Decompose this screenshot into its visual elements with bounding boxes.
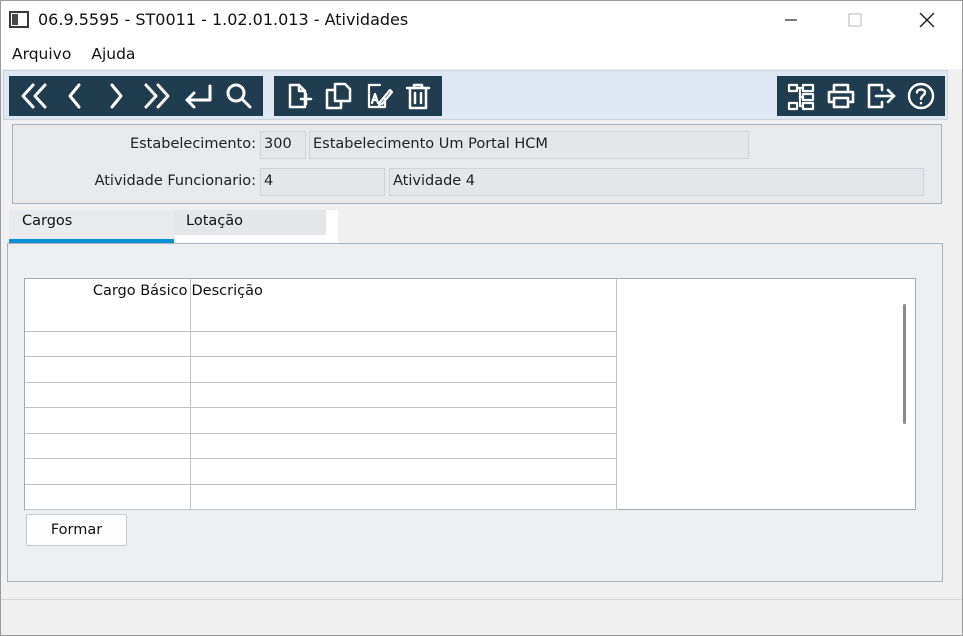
return-button[interactable]	[177, 77, 218, 115]
atividade-label: Atividade Funcionario:	[94, 173, 256, 189]
application-window: 06.9.5595 - ST0011 - 1.02.01.013 - Ativi…	[0, 0, 963, 636]
atividade-description-field: Atividade 4	[389, 168, 924, 196]
estabelecimento-label: Estabelecimento:	[129, 136, 256, 152]
app-icon	[9, 11, 29, 28]
next-record-icon	[110, 83, 122, 109]
status-bar	[1, 599, 962, 635]
previous-record-icon	[68, 83, 80, 109]
return-icon	[185, 84, 211, 109]
new-record-icon	[288, 83, 313, 109]
cell-cargo-basico[interactable]	[25, 432, 191, 459]
toolbar	[3, 70, 948, 120]
cell-descricao[interactable]	[189, 381, 617, 408]
exit-button[interactable]	[861, 77, 901, 115]
edit-record-button[interactable]	[358, 77, 398, 115]
search-icon	[226, 83, 251, 109]
last-record-icon	[144, 83, 169, 109]
tree-structure-icon	[787, 83, 815, 111]
cell-cargo-basico[interactable]	[25, 483, 191, 510]
table-row[interactable]	[25, 356, 617, 383]
cell-descricao[interactable]	[189, 330, 617, 357]
table-row[interactable]	[25, 483, 617, 510]
cell-descricao[interactable]	[189, 407, 617, 434]
table-row[interactable]	[25, 458, 617, 485]
title-bar[interactable]: 06.9.5595 - ST0011 - 1.02.01.013 - Ativi…	[1, 1, 962, 39]
last-record-button[interactable]	[136, 77, 177, 115]
column-header-descricao[interactable]: Descrição	[189, 279, 617, 332]
first-record-icon	[21, 83, 46, 109]
table-row[interactable]	[25, 407, 617, 434]
new-record-button[interactable]	[278, 77, 318, 115]
cargos-table: Cargo Básico Descrição	[25, 279, 617, 510]
table-row[interactable]	[25, 381, 617, 408]
first-record-button[interactable]	[13, 77, 54, 115]
menu-bar: Arquivo Ajuda	[1, 39, 962, 69]
tab-cargos[interactable]: Cargos	[9, 210, 174, 243]
copy-record-icon	[325, 82, 352, 110]
minimize-icon	[785, 19, 797, 21]
search-button[interactable]	[218, 77, 259, 115]
table-header-row: Cargo Básico Descrição	[25, 279, 617, 332]
maximize-icon	[848, 13, 862, 27]
tab-cargos-label: Cargos	[22, 213, 73, 229]
minimize-button[interactable]	[762, 1, 820, 39]
edit-toolbar-group	[274, 76, 442, 116]
atividade-code-field[interactable]: 4	[260, 168, 385, 196]
delete-record-button[interactable]	[398, 77, 438, 115]
print-icon	[827, 83, 855, 109]
tab-lotacao[interactable]: Lotação	[174, 210, 338, 243]
delete-record-icon	[405, 83, 431, 110]
window-title: 06.9.5595 - ST0011 - 1.02.01.013 - Ativi…	[38, 10, 409, 29]
estabelecimento-code-field[interactable]: 300	[260, 131, 306, 159]
print-button[interactable]	[821, 77, 861, 115]
cargos-grid[interactable]: Cargo Básico Descrição	[24, 278, 916, 510]
close-button[interactable]	[898, 1, 956, 39]
cell-cargo-basico[interactable]	[25, 381, 191, 408]
maximize-button[interactable]	[826, 1, 884, 39]
vertical-scrollbar[interactable]	[891, 279, 915, 509]
cell-cargo-basico[interactable]	[25, 407, 191, 434]
exit-icon	[867, 83, 896, 109]
cell-descricao[interactable]	[189, 458, 617, 485]
menu-arquivo[interactable]: Arquivo	[1, 45, 81, 63]
table-row[interactable]	[25, 330, 617, 357]
previous-record-button[interactable]	[54, 77, 95, 115]
cell-cargo-basico[interactable]	[25, 356, 191, 383]
cell-descricao[interactable]	[189, 356, 617, 383]
cell-cargo-basico[interactable]	[25, 458, 191, 485]
cell-cargo-basico[interactable]	[25, 330, 191, 357]
close-icon	[919, 12, 935, 28]
next-record-button[interactable]	[95, 77, 136, 115]
table-row[interactable]	[25, 432, 617, 459]
cell-descricao[interactable]	[189, 483, 617, 510]
cell-descricao[interactable]	[189, 432, 617, 459]
estabelecimento-description-field: Estabelecimento Um Portal HCM	[309, 131, 749, 159]
navigation-toolbar-group	[9, 76, 263, 116]
copy-record-button[interactable]	[318, 77, 358, 115]
help-icon	[907, 82, 935, 110]
formar-button[interactable]: Formar	[26, 514, 127, 546]
column-header-cargo-basico[interactable]: Cargo Básico	[25, 279, 191, 332]
menu-ajuda[interactable]: Ajuda	[81, 45, 145, 63]
utility-toolbar-group	[777, 76, 945, 116]
tree-structure-button[interactable]	[781, 77, 821, 115]
tab-lotacao-label: Lotação	[186, 213, 243, 229]
scrollbar-thumb[interactable]	[903, 304, 906, 424]
help-button[interactable]	[901, 77, 941, 115]
edit-record-icon	[367, 83, 393, 109]
